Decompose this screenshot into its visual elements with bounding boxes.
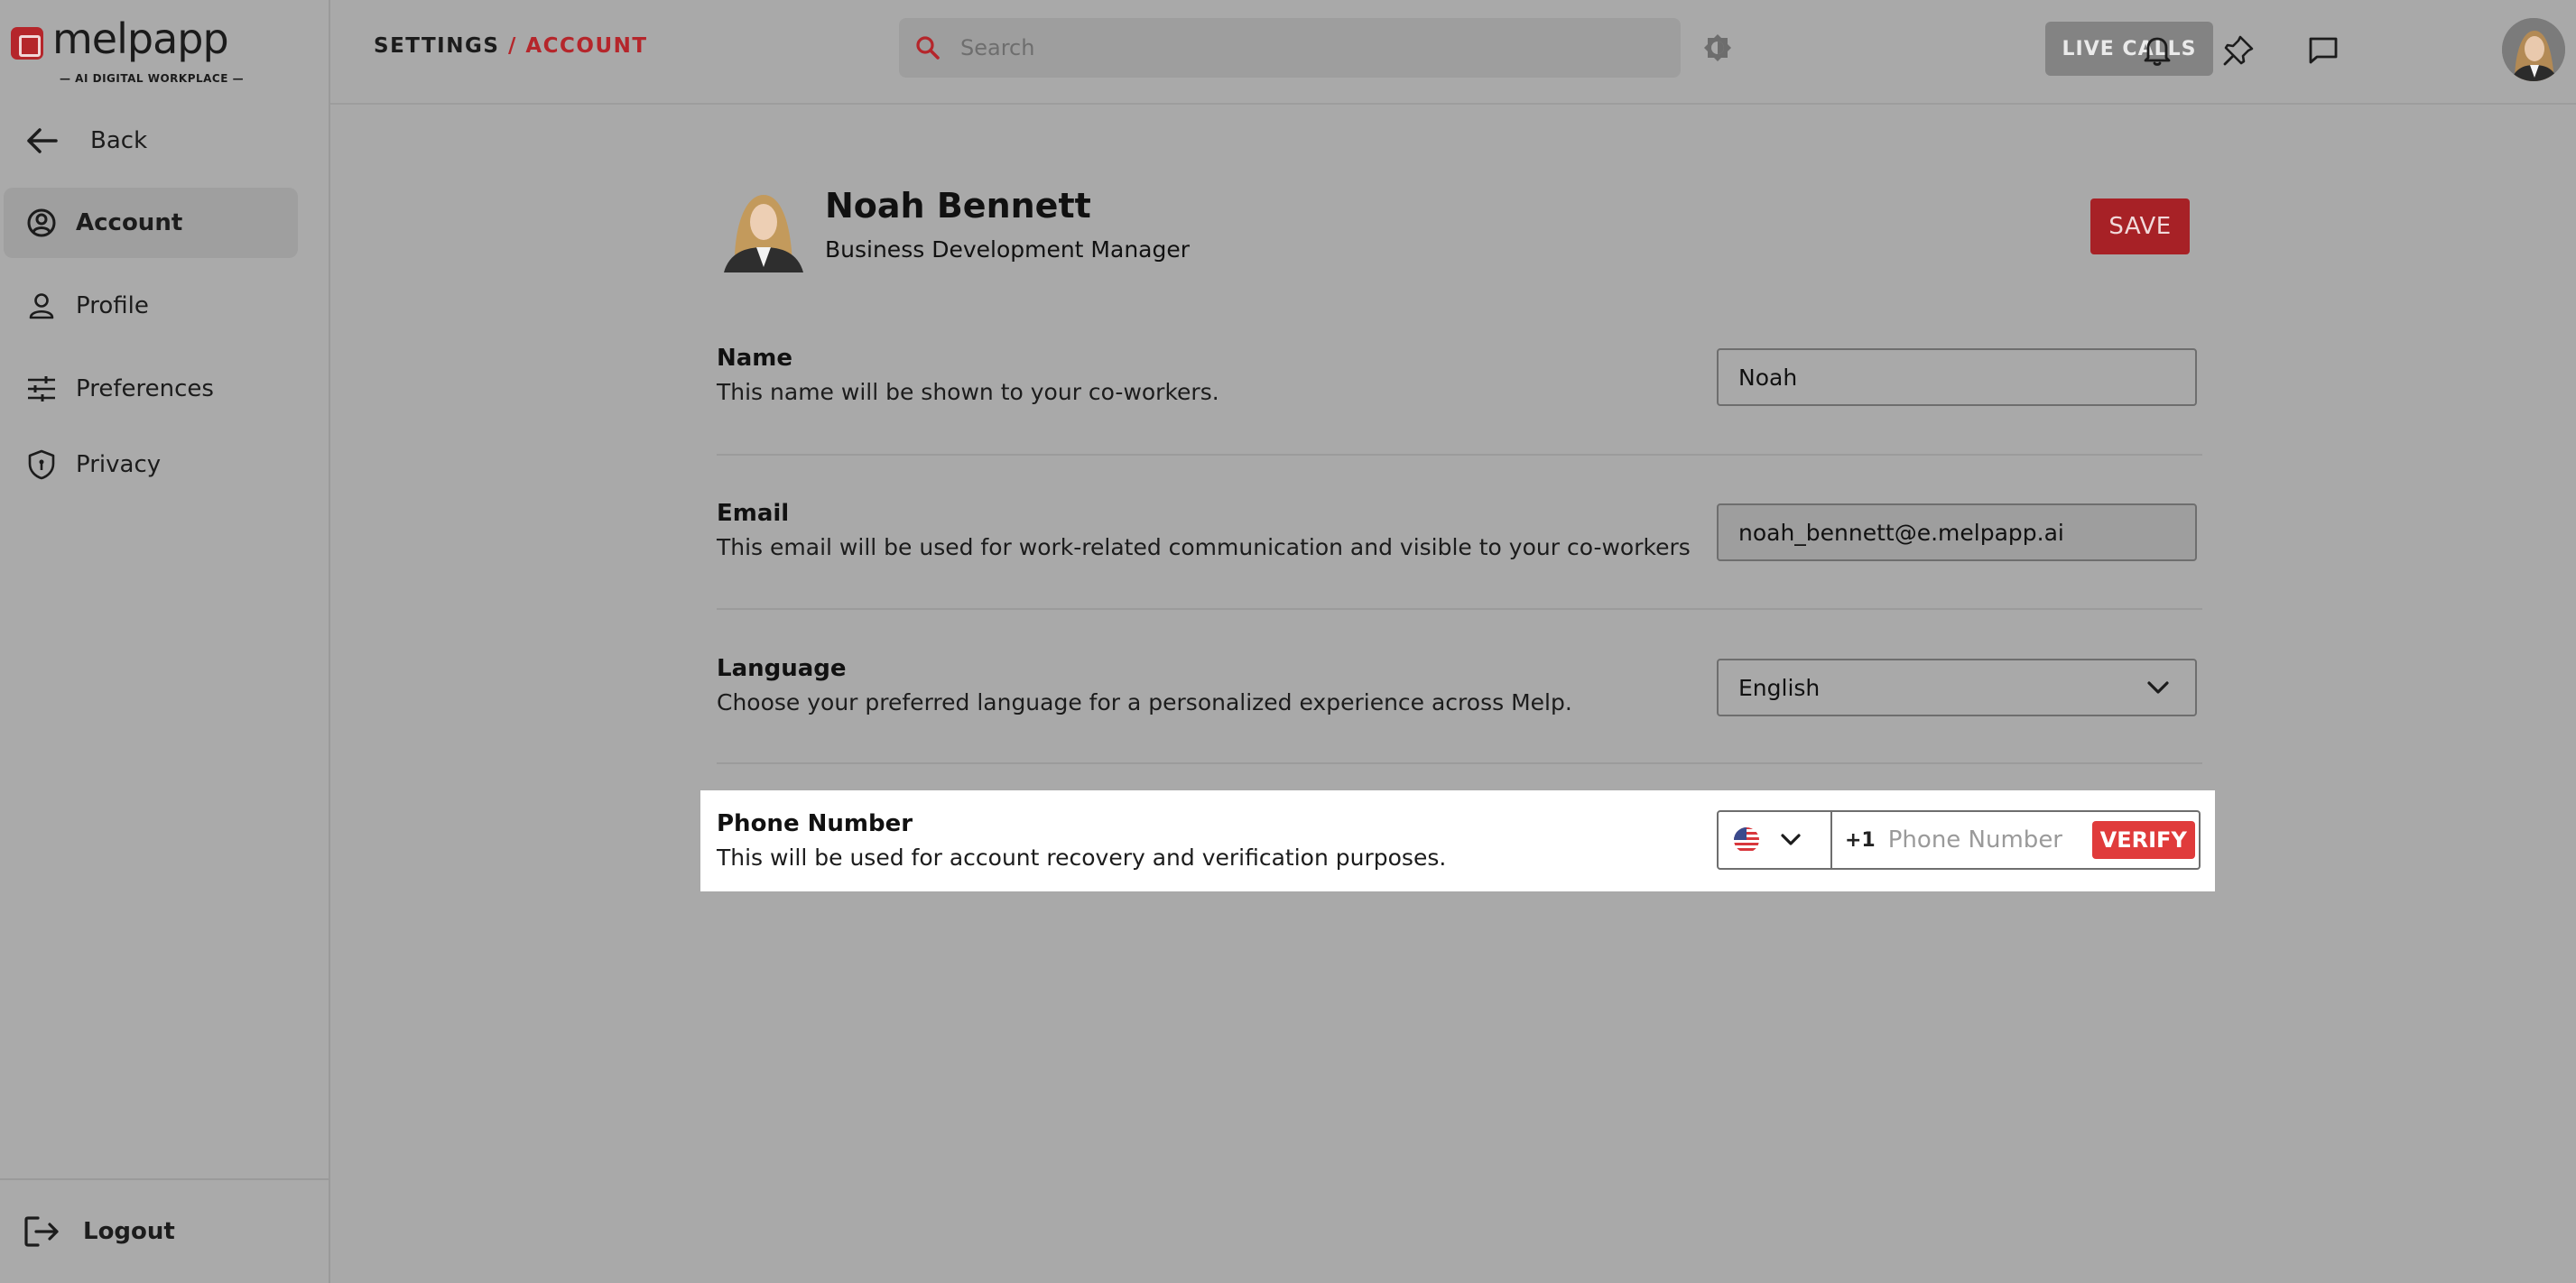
- phone-description: This will be used for account recovery a…: [717, 845, 1447, 871]
- profile-name: Noah Bennett: [825, 186, 1091, 226]
- sidebar-item-label: Account: [76, 209, 183, 236]
- language-select[interactable]: English: [1717, 659, 2197, 716]
- profile-avatar: [718, 180, 807, 272]
- divider: [717, 608, 2202, 610]
- brand-name: melpapp: [52, 14, 229, 63]
- sidebar-item-label: Privacy: [76, 451, 162, 478]
- brand-tagline: — AI DIGITAL WORKPLACE —: [60, 72, 245, 85]
- search-bar[interactable]: [899, 18, 1681, 78]
- sidebar-item-label: Preferences: [76, 375, 214, 402]
- email-field: noah_bennett@e.melpapp.ai: [1717, 503, 2197, 561]
- pin-icon[interactable]: [2220, 32, 2256, 69]
- chevron-down-icon: [1781, 834, 1801, 845]
- shield-icon: [23, 447, 60, 483]
- divider: [717, 762, 2202, 764]
- person-icon: [23, 288, 60, 324]
- logout-button[interactable]: Logout: [0, 1178, 329, 1283]
- search-icon: [916, 36, 940, 60]
- top-header: SETTINGS / ACCOUNT LIVE CALLS: [330, 0, 2576, 105]
- save-button[interactable]: SAVE: [2090, 198, 2190, 254]
- us-flag-icon: [1734, 827, 1759, 853]
- language-value: English: [1738, 674, 1821, 701]
- account-circle-icon: [23, 205, 60, 241]
- breadcrumb-separator: /: [507, 34, 517, 58]
- language-description: Choose your preferred language for a per…: [717, 689, 1572, 715]
- user-avatar[interactable]: [2502, 18, 2565, 81]
- email-value: noah_bennett@e.melpapp.ai: [1738, 519, 2064, 546]
- phone-setting-row: Phone Number This will be used for accou…: [700, 790, 2215, 891]
- sidebar-item-account[interactable]: Account: [4, 188, 298, 258]
- chat-icon[interactable]: [2305, 32, 2341, 69]
- arrow-left-icon: [27, 128, 58, 153]
- logout-icon: [24, 1216, 59, 1247]
- app-window: melpapp — AI DIGITAL WORKPLACE — Back Ac…: [0, 0, 2576, 1283]
- bell-icon[interactable]: [2139, 32, 2175, 69]
- search-input[interactable]: [960, 35, 1646, 60]
- country-code-select[interactable]: [1717, 810, 1832, 870]
- sidebar-item-profile[interactable]: Profile: [4, 271, 298, 341]
- sidebar-item-preferences[interactable]: Preferences: [4, 354, 298, 424]
- sliders-icon: [23, 371, 60, 407]
- divider: [717, 454, 2202, 456]
- email-description: This email will be used for work-related…: [717, 534, 1691, 560]
- dial-code: +1: [1845, 828, 1876, 852]
- live-calls-button[interactable]: LIVE CALLS: [2045, 22, 2213, 76]
- logout-label: Logout: [83, 1218, 175, 1245]
- phone-number-input[interactable]: [1887, 826, 2089, 854]
- back-label: Back: [90, 127, 148, 154]
- breadcrumb-current: ACCOUNT: [525, 34, 648, 58]
- brand-logo[interactable]: melpapp — AI DIGITAL WORKPLACE —: [11, 14, 246, 90]
- verify-button[interactable]: VERIFY: [2091, 821, 2195, 859]
- phone-label: Phone Number: [717, 810, 913, 837]
- logo-mark-icon: [11, 27, 43, 60]
- breadcrumb: SETTINGS / ACCOUNT: [374, 34, 648, 58]
- phone-number-field[interactable]: +1 VERIFY: [1830, 810, 2201, 870]
- sidebar-item-label: Profile: [76, 292, 149, 319]
- name-description: This name will be shown to your co-worke…: [717, 379, 1219, 405]
- breadcrumb-root[interactable]: SETTINGS: [374, 34, 499, 58]
- name-label: Name: [717, 345, 793, 372]
- name-input[interactable]: [1738, 364, 2195, 391]
- theme-toggle-icon[interactable]: [1702, 32, 1733, 63]
- name-field[interactable]: [1717, 348, 2197, 406]
- language-label: Language: [717, 655, 847, 682]
- email-label: Email: [717, 500, 790, 527]
- back-button[interactable]: Back: [25, 123, 147, 159]
- profile-job-title: Business Development Manager: [825, 236, 1191, 263]
- sidebar: melpapp — AI DIGITAL WORKPLACE — Back Ac…: [0, 0, 330, 1283]
- sidebar-item-privacy[interactable]: Privacy: [4, 429, 298, 500]
- chevron-down-icon: [2147, 681, 2169, 694]
